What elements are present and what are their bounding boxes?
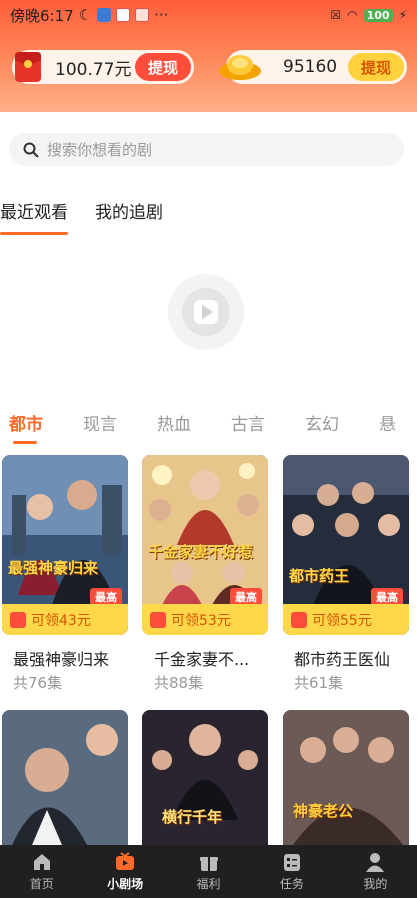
cash-wallet[interactable]: 100.77元 提现 [12, 50, 194, 84]
nav-tasks[interactable]: 任务 [250, 845, 333, 898]
status-time: 傍晚6:17 [10, 6, 74, 25]
poster-title: 千金家妻不好惹 [148, 543, 254, 561]
profile-icon [366, 853, 385, 872]
home-icon [33, 854, 50, 870]
nav-label: 福利 [196, 877, 221, 891]
category-tab-ancient-romance[interactable]: 古言 [231, 410, 265, 435]
gift-icon [199, 857, 218, 871]
reward-banner: 可领55元 [283, 604, 409, 635]
nav-label: 我的 [363, 877, 388, 891]
poster-title: 神豪老公 [293, 802, 354, 820]
reward-text: 可领53元 [171, 612, 231, 629]
theater-icon [116, 852, 135, 870]
red-envelope-icon [15, 52, 41, 82]
search-placeholder: 搜索你想看的剧 [47, 141, 153, 159]
wifi-icon: ◠ [347, 8, 358, 22]
drama-title[interactable]: 千金家妻不... [154, 646, 249, 670]
drama-title[interactable]: 最强神豪归来 [13, 646, 109, 670]
drama-card[interactable] [2, 710, 128, 845]
poster-title: 最强神豪归来 [8, 559, 99, 577]
coin-balance: 95160 [283, 57, 338, 77]
category-tab-action[interactable]: 热血 [157, 410, 191, 435]
drama-card[interactable]: 横行千年 [142, 710, 268, 845]
red-envelope-icon [150, 611, 166, 628]
tab-recently-watched[interactable]: 最近观看 [0, 198, 68, 235]
charging-icon: ⚡ [398, 8, 407, 22]
history-tabs: 最近观看 我的追剧 [0, 198, 163, 235]
drama-poster [283, 710, 409, 845]
category-tab-suspense[interactable]: 悬 [379, 410, 396, 435]
bottom-nav: 首页 小剧场 福利 任务 我的 [0, 845, 417, 898]
nav-label: 首页 [29, 877, 54, 891]
tab-my-following[interactable]: 我的追剧 [95, 198, 163, 231]
app-notification-icon [97, 8, 112, 22]
nav-label: 任务 [279, 877, 304, 891]
reward-text: 可领43元 [31, 612, 91, 629]
reward-banner: 可领53元 [142, 604, 268, 635]
reward-banner: 可领43元 [2, 604, 128, 635]
cash-withdraw-button[interactable]: 提现 [135, 53, 191, 81]
nav-theater[interactable]: 小剧场 [83, 845, 166, 898]
gold-ingot-icon [219, 55, 261, 80]
search-bar[interactable]: 搜索你想看的剧 [9, 133, 404, 166]
app-notification-icon-3 [135, 8, 150, 22]
drama-card[interactable]: 千金家妻不好惹 最高 可领53元 [142, 455, 268, 635]
drama-title[interactable]: 都市药王医仙 [294, 646, 390, 670]
category-tab-urban[interactable]: 都市 [9, 410, 43, 444]
tasks-icon [283, 854, 300, 871]
battery-icon: 100 [363, 8, 393, 22]
episode-count: 共76集 [13, 674, 63, 692]
coin-withdraw-button[interactable]: 提现 [348, 53, 404, 81]
nav-profile[interactable]: 我的 [334, 845, 417, 898]
episode-count: 共61集 [294, 674, 344, 692]
moon-icon: ☾ [78, 6, 93, 24]
drama-card[interactable]: 神豪老公 [283, 710, 409, 845]
episode-count: 共88集 [154, 674, 204, 692]
red-envelope-icon [291, 611, 307, 628]
drama-poster [2, 710, 128, 845]
coin-wallet[interactable]: 95160 提现 [219, 50, 407, 84]
play-icon [168, 274, 244, 350]
search-icon [23, 142, 39, 158]
status-bar: 傍晚6:17 ☾ ··· ☒ ◠ 100 ⚡ [0, 0, 417, 30]
poster-title: 横行千年 [162, 808, 223, 826]
red-envelope-icon [10, 611, 26, 628]
more-dots-icon: ··· [154, 6, 169, 24]
cash-balance: 100.77元 [55, 59, 132, 80]
category-tab-fantasy[interactable]: 玄幻 [305, 410, 339, 435]
drama-card[interactable]: 最强神豪归来 最高 可领43元 [2, 455, 128, 635]
reward-text: 可领55元 [312, 612, 372, 629]
poster-title: 都市药王 [289, 567, 350, 585]
nav-label: 小剧场 [107, 877, 144, 891]
nav-welfare[interactable]: 福利 [167, 845, 250, 898]
category-tabs: 都市 现言 热血 古言 玄幻 悬 [9, 410, 396, 444]
app-notification-icon-2 [116, 8, 131, 22]
category-tab-modern-romance[interactable]: 现言 [83, 410, 117, 435]
drama-card[interactable]: 都市药王 最高 可领55元 [283, 455, 409, 635]
nav-home[interactable]: 首页 [0, 845, 83, 898]
sim-off-icon: ☒ [330, 8, 342, 22]
